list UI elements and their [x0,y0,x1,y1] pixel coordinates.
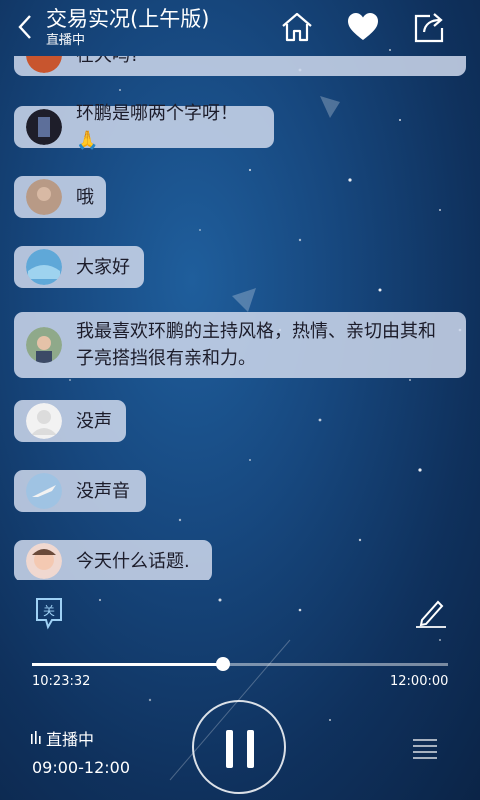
chat-message: 没声 [14,400,126,442]
pause-button[interactable] [192,700,286,794]
live-label: 直播中 [46,730,95,749]
playback-progress-bar[interactable] [32,657,448,671]
user-avatar [26,543,62,579]
progress-fill [32,663,224,666]
follow-icon-label: 关 [43,604,55,618]
chat-message-text: 我最喜欢环鹏的主持风格，热情、亲切由其和子亮搭挡很有亲和力。 [76,321,436,369]
chat-message-list[interactable]: 在大吗? 环鹏是哪两个字呀！🙏 哦 大家好 我最喜欢环鹏的主持风格，热情、亲切由… [0,56,480,580]
heart-icon[interactable] [346,10,380,44]
chat-message-text: 环鹏是哪两个字呀！🙏 [76,103,238,151]
header-bar: 交易实况(上午版) 直播中 [0,0,480,56]
default-avatar-icon [26,403,62,439]
pause-bar [247,730,254,768]
user-avatar [26,249,62,285]
program-schedule: 09:00-12:00 [32,758,130,777]
chat-message-text: 在大吗? [76,56,140,69]
live-status-subtitle: 直播中 [46,33,86,48]
chat-message: 今天什么话题. [14,540,212,580]
pause-bar [226,730,233,768]
pen-compose-icon[interactable] [414,596,448,630]
user-avatar [26,179,62,215]
chat-message: 环鹏是哪两个字呀！🙏 [14,103,274,151]
chat-message-text: 没声音 [76,480,130,502]
chat-message: 我最喜欢环鹏的主持风格，热情、亲切由其和子亮搭挡很有亲和力。 [14,312,466,378]
page-title: 交易实况(上午版) [46,7,210,31]
end-time: 12:00:00 [390,674,449,689]
user-avatar [26,109,62,145]
share-icon[interactable] [412,10,446,44]
chat-message-text: 今天什么话题. [76,550,190,572]
user-avatar [26,56,62,73]
back-arrow-icon[interactable] [14,10,34,44]
title-block: 交易实况(上午版) 直播中 [46,6,209,50]
user-avatar [26,473,62,509]
player-controls: 关 10:23:32 12:00:00 直播中 09:00-12:00 [0,580,480,800]
chat-message: 哦 [14,176,106,218]
playlist-menu-icon[interactable] [410,734,440,764]
signal-bars-icon [31,731,41,744]
chat-message-text: 大家好 [76,256,130,278]
current-time: 10:23:32 [32,674,91,689]
user-avatar [26,327,62,363]
chat-message: 没声音 [14,470,146,512]
progress-knob[interactable] [216,657,231,671]
home-icon[interactable] [280,10,314,44]
live-indicator: 直播中 [30,726,94,750]
chat-message: 在大吗? [14,56,466,76]
chat-message-text: 哦 [76,186,94,208]
follow-speech-bubble-icon[interactable]: 关 [34,596,64,630]
chat-message: 大家好 [14,246,144,288]
chat-message-text: 没声 [76,410,112,432]
